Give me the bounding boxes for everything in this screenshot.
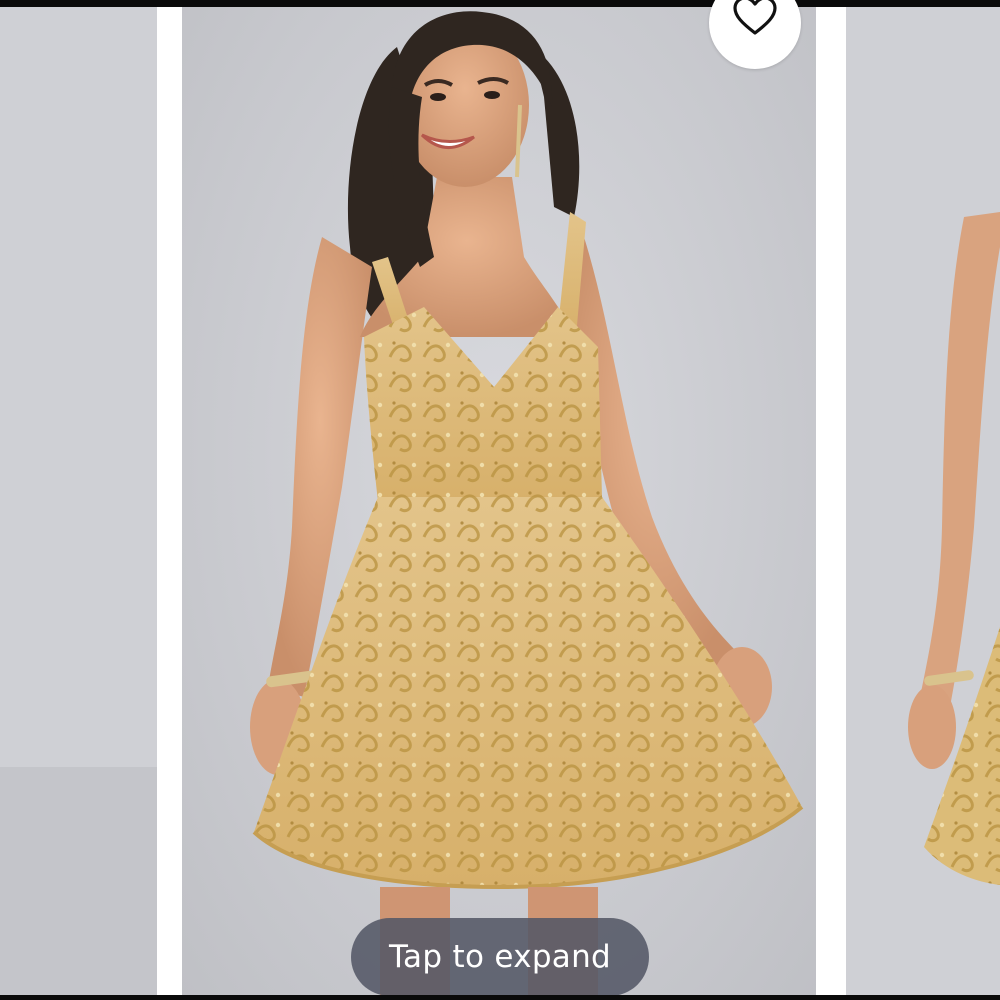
carousel-slide-next[interactable] <box>846 7 1000 995</box>
top-edge <box>0 0 1000 7</box>
next-product-photo <box>846 7 1000 995</box>
heart-icon <box>733 0 777 35</box>
carousel-slide-current[interactable] <box>182 7 816 995</box>
tap-to-expand-button[interactable]: Tap to expand <box>351 918 649 996</box>
product-photo <box>250 11 804 995</box>
tap-to-expand-label: Tap to expand <box>388 939 612 975</box>
image-carousel[interactable]: Tap to expand <box>0 0 1000 996</box>
bottom-edge <box>0 995 1000 1000</box>
previous-product-photo <box>0 7 157 995</box>
carousel-slide-previous[interactable] <box>0 7 157 995</box>
